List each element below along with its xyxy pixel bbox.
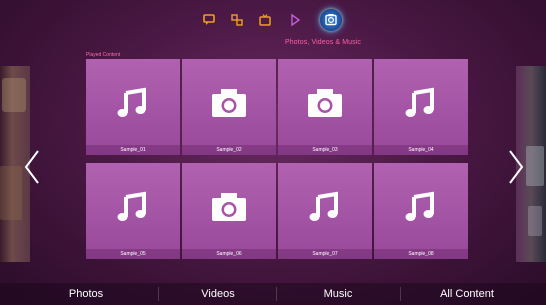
divider: [158, 287, 159, 301]
content-tile[interactable]: Sample_01: [86, 59, 180, 155]
tile-label: Sample_05: [86, 249, 180, 259]
smart-hub-screen: Photos, Videos & Music Played Content Sa…: [0, 0, 546, 305]
divider: [276, 287, 277, 301]
content-tile[interactable]: Sample_05: [86, 163, 180, 259]
chevron-left-icon[interactable]: [24, 150, 40, 184]
music-note-icon: [117, 87, 146, 117]
tile-label: Sample_04: [374, 145, 468, 155]
camera-icon: [212, 193, 246, 221]
active-mode-title: Photos, Videos & Music: [285, 39, 361, 46]
mode-bar: [196, 9, 356, 33]
tile-label: Sample_07: [278, 249, 372, 259]
music-note-icon: [405, 191, 434, 221]
content-tile[interactable]: Sample_04: [374, 59, 468, 155]
play-icon[interactable]: [288, 13, 302, 27]
content-grid: Sample_01 Sample_02 Sample_03 Sample_04 …: [86, 59, 470, 259]
content-tile[interactable]: Sample_02: [182, 59, 276, 155]
camera-icon: [212, 89, 246, 117]
music-note-icon: [405, 87, 434, 117]
category-music[interactable]: Music: [278, 283, 398, 305]
music-note-icon: [117, 191, 146, 221]
category-all-content[interactable]: All Content: [402, 283, 532, 305]
camera-icon: [308, 89, 342, 117]
tv-icon[interactable]: [258, 13, 272, 27]
content-tile[interactable]: Sample_03: [278, 59, 372, 155]
tile-label: Sample_08: [374, 249, 468, 259]
category-videos[interactable]: Videos: [160, 283, 276, 305]
category-bar: Photos Videos Music All Content: [0, 283, 546, 305]
chevron-right-icon[interactable]: [508, 150, 524, 184]
tile-label: Sample_01: [86, 145, 180, 155]
category-photos[interactable]: Photos: [20, 283, 152, 305]
speech-bubble-icon[interactable]: [202, 13, 216, 27]
section-label: Played Content: [86, 52, 121, 58]
music-note-icon: [309, 191, 338, 221]
apps-icon[interactable]: [230, 13, 244, 27]
tile-label: Sample_02: [182, 145, 276, 155]
tile-label: Sample_06: [182, 249, 276, 259]
tile-label: Sample_03: [278, 145, 372, 155]
content-tile[interactable]: Sample_08: [374, 163, 468, 259]
divider: [400, 287, 401, 301]
camera-icon: [325, 14, 337, 26]
content-tile[interactable]: Sample_06: [182, 163, 276, 259]
content-tile[interactable]: Sample_07: [278, 163, 372, 259]
photos-videos-music-mode-button[interactable]: [320, 9, 342, 31]
